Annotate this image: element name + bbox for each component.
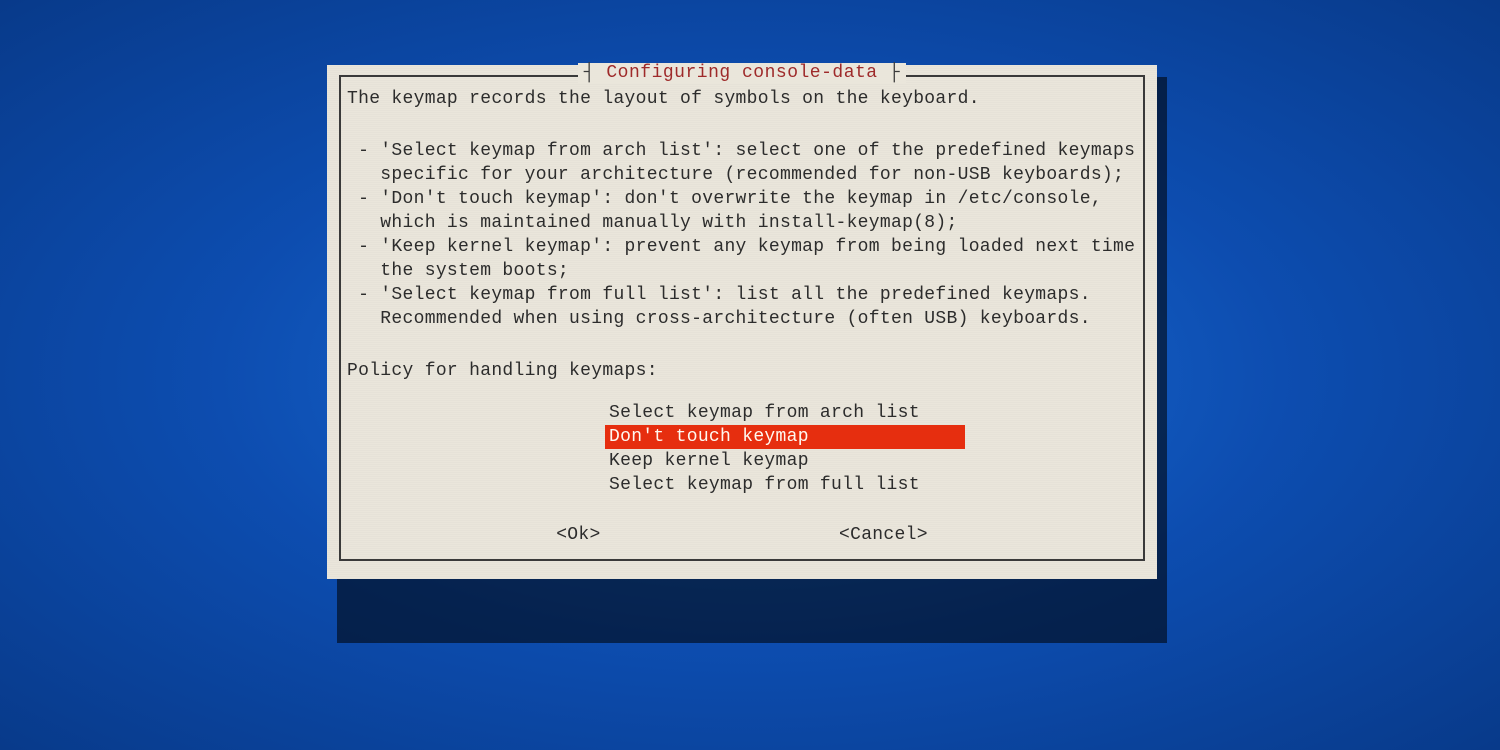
spacer-2 <box>347 331 1137 357</box>
dialog-frame: ┤ Configuring console-data ├ The keymap … <box>339 75 1145 561</box>
dialog-container: ┤ Configuring console-data ├ The keymap … <box>327 65 1157 579</box>
keymap-menu[interactable]: Select keymap from arch list Don't touch… <box>605 401 965 497</box>
button-row: <Ok> <Cancel> <box>347 525 1137 545</box>
title-left-sep: ┤ <box>584 63 595 83</box>
cancel-button[interactable]: <Cancel> <box>839 525 928 545</box>
ok-button[interactable]: <Ok> <box>556 525 600 545</box>
console-dialog: ┤ Configuring console-data ├ The keymap … <box>327 65 1157 579</box>
menu-item-full-list[interactable]: Select keymap from full list <box>605 473 965 497</box>
dialog-title: ┤ Configuring console-data ├ <box>578 63 906 83</box>
spacer-1 <box>347 111 1137 137</box>
bullets-text: - 'Select keymap from arch list': select… <box>347 137 1137 331</box>
intro-text: The keymap records the layout of symbols… <box>347 85 1137 111</box>
menu-item-keep-kernel[interactable]: Keep kernel keymap <box>605 449 965 473</box>
title-text: Configuring console-data <box>595 63 889 83</box>
dialog-title-slot: ┤ Configuring console-data ├ <box>341 63 1143 83</box>
menu-item-dont-touch[interactable]: Don't touch keymap <box>605 425 965 449</box>
title-right-sep: ├ <box>889 63 900 83</box>
menu-item-arch-list[interactable]: Select keymap from arch list <box>605 401 965 425</box>
prompt-text: Policy for handling keymaps: <box>347 357 1137 383</box>
